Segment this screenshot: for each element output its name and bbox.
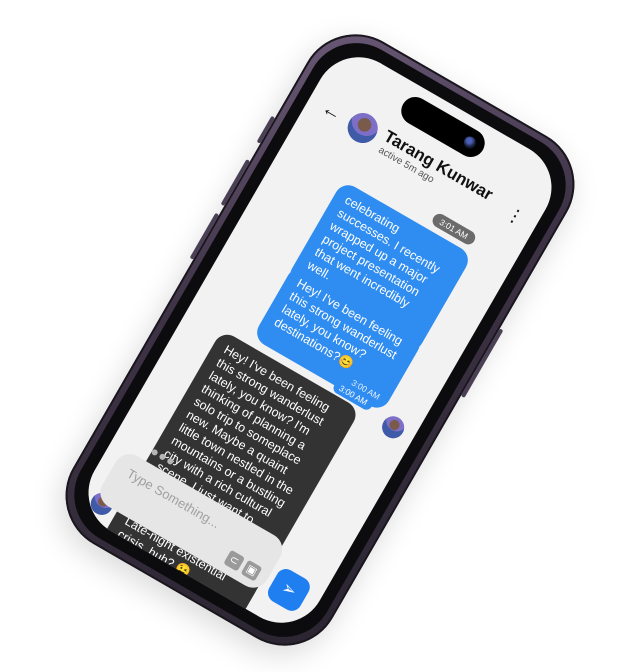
typing-dot	[166, 457, 175, 466]
attach-icon[interactable]: ⊂	[223, 549, 246, 572]
more-vertical-icon[interactable]: ⋮	[502, 203, 528, 229]
my-avatar	[378, 412, 409, 443]
typing-dot	[150, 448, 159, 457]
contact-avatar[interactable]	[342, 107, 384, 149]
stage: ← Tarang Kunwar active 5m ago ⋮ 3:01 AM …	[0, 0, 617, 672]
image-icon[interactable]: ▣	[240, 559, 263, 582]
message-time: 3:01 AM	[201, 594, 234, 619]
send-icon: ➢	[278, 577, 301, 602]
phone-frame: ← Tarang Kunwar active 5m ago ⋮ 3:01 AM …	[45, 13, 595, 667]
send-button[interactable]: ➢	[264, 565, 314, 615]
back-arrow-icon[interactable]: ←	[318, 97, 346, 126]
message-time: 3:00 AM	[195, 604, 228, 629]
phone-bezel: ← Tarang Kunwar active 5m ago ⋮ 3:01 AM …	[56, 24, 584, 656]
camera-lens	[461, 134, 479, 151]
typing-dot	[158, 452, 167, 461]
